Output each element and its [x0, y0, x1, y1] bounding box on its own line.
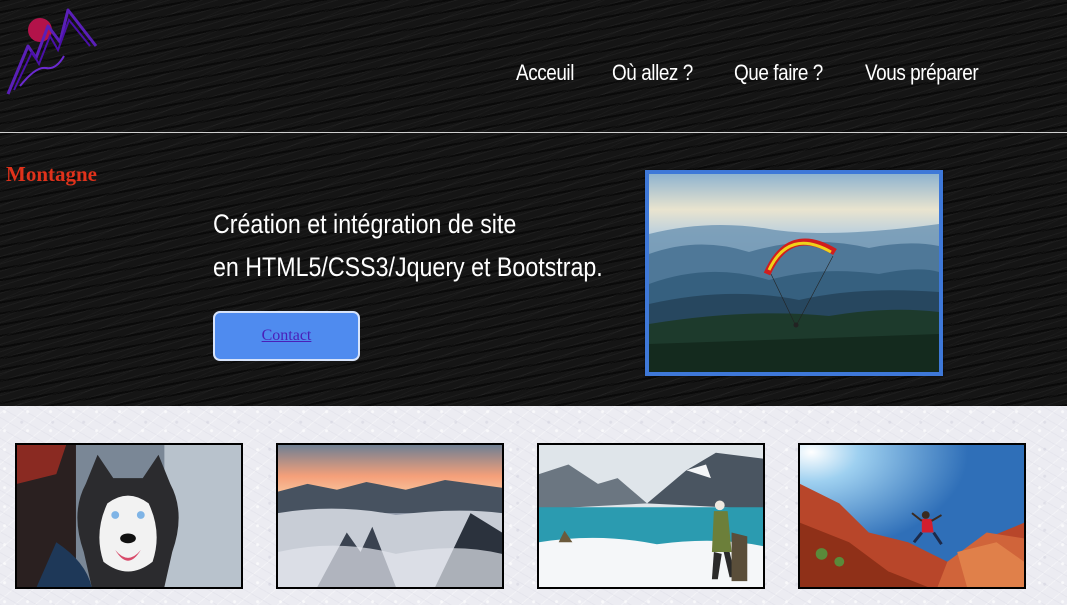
- hero-photo-paraglider: [645, 170, 943, 376]
- nav-item-acceuil[interactable]: Acceuil: [516, 60, 574, 86]
- nav-item-que-faire[interactable]: Que faire ?: [734, 60, 823, 86]
- main-nav: Acceuil Où allez ? Que faire ? Vous prép…: [516, 60, 997, 86]
- hero-tagline: Création et intégration de site en HTML5…: [213, 203, 603, 289]
- nav-item-ou-allez[interactable]: Où allez ?: [612, 60, 693, 86]
- tagline-line-2: en HTML5/CSS3/Jquery et Bootstrap.: [213, 252, 603, 282]
- brand-title: Montagne: [6, 162, 97, 186]
- nav-item-vous-preparer[interactable]: Vous préparer: [865, 60, 979, 86]
- header-divider: [0, 132, 1067, 133]
- gallery-section: [0, 406, 1067, 605]
- gallery-item-sunset-clouds[interactable]: [276, 443, 504, 589]
- tagline-line-1: Création et intégration de site: [213, 209, 517, 239]
- contact-button-label[interactable]: Contact: [262, 327, 312, 345]
- gallery-item-glacier-lake[interactable]: [537, 443, 765, 589]
- contact-button[interactable]: Contact: [213, 311, 360, 361]
- hero-section: Acceuil Où allez ? Que faire ? Vous prép…: [0, 0, 1067, 406]
- gallery-item-climber[interactable]: [798, 443, 1026, 589]
- mountain-sun-logo-icon[interactable]: [6, 6, 98, 98]
- gallery-item-husky[interactable]: [15, 443, 243, 589]
